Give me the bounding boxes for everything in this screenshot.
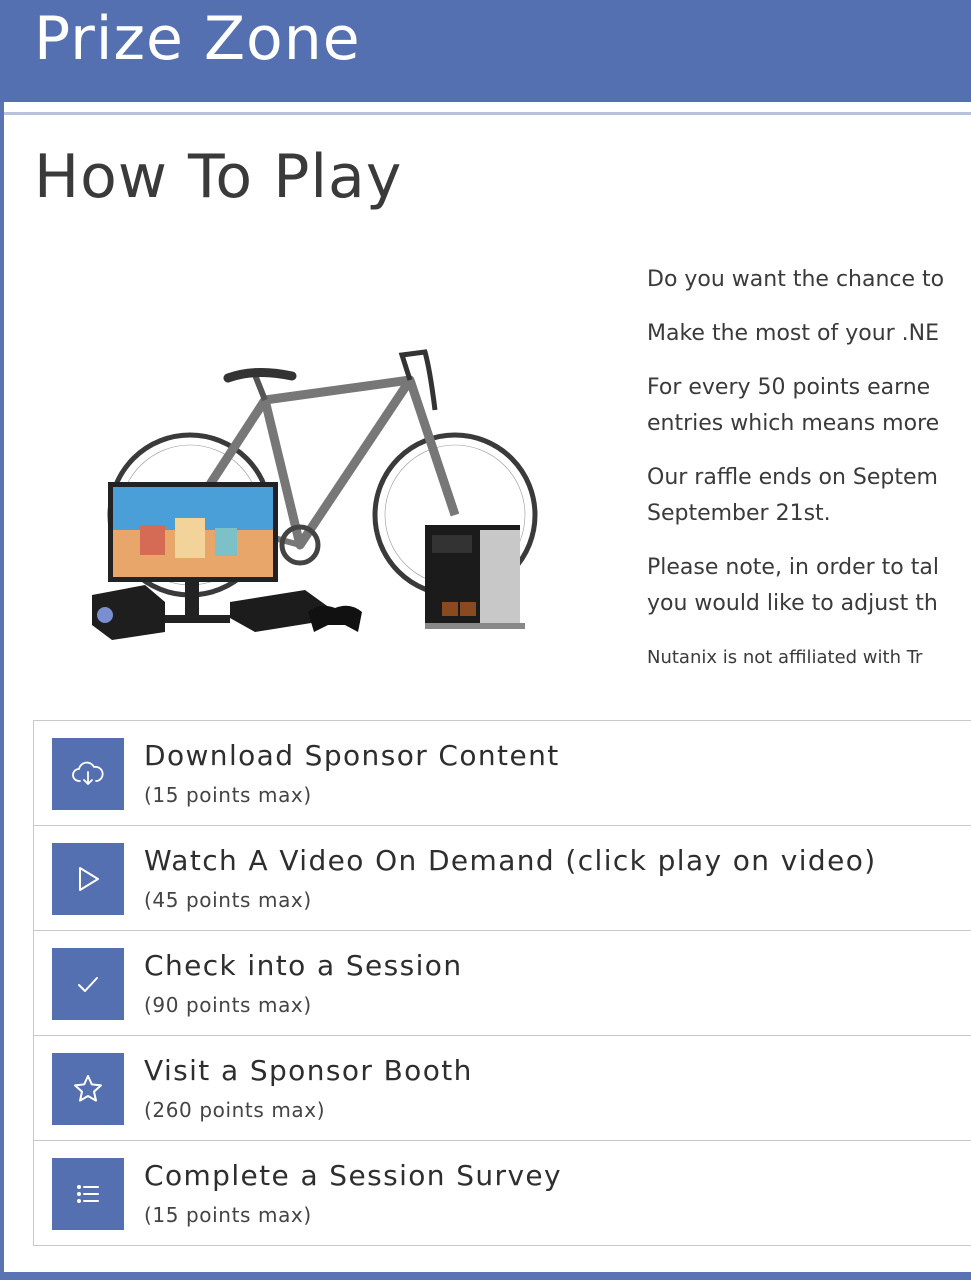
intro-line: Do you want the chance to <box>647 267 945 292</box>
app-header: Prize Zone <box>0 0 971 102</box>
console-illustration <box>230 590 362 632</box>
intro-line: September 21st. <box>647 501 831 526</box>
intro-line: entries which means more <box>647 411 940 436</box>
task-visit-sponsor-booth[interactable]: Visit a Sponsor Booth (260 points max) <box>34 1036 971 1141</box>
task-title: Download Sponsor Content <box>144 739 560 772</box>
task-points: (90 points max) <box>144 993 312 1017</box>
disclaimer-text: Nutanix is not affiliated with Tr <box>647 647 923 668</box>
task-complete-survey[interactable]: Complete a Session Survey (15 points max… <box>34 1141 971 1246</box>
task-title: Visit a Sponsor Booth <box>144 1054 473 1087</box>
task-points: (260 points max) <box>144 1098 326 1122</box>
intro-line: Please note, in order to tal <box>647 555 939 580</box>
intro-line: Our raffle ends on Septem <box>647 465 938 490</box>
task-watch-video[interactable]: Watch A Video On Demand (click play on v… <box>34 826 971 931</box>
task-check-into-session[interactable]: Check into a Session (90 points max) <box>34 931 971 1036</box>
intro-line: you would like to adjust th <box>647 591 938 616</box>
intro-text: Do you want the chance to Make the most … <box>647 262 971 694</box>
list-icon <box>52 1158 124 1230</box>
task-title: Check into a Session <box>144 949 463 982</box>
star-icon <box>52 1053 124 1125</box>
cloud-download-icon <box>52 738 124 810</box>
app-title: Prize Zone <box>34 4 361 74</box>
task-points: (15 points max) <box>144 1203 312 1227</box>
task-title: Watch A Video On Demand (click play on v… <box>144 844 877 877</box>
projector-illustration <box>92 585 165 640</box>
divider <box>4 112 971 115</box>
prizes-image <box>92 349 538 640</box>
task-title: Complete a Session Survey <box>144 1159 563 1192</box>
coffee-machine-illustration <box>425 525 525 629</box>
intro-line: Make the most of your .NE <box>647 321 940 346</box>
task-points: (15 points max) <box>144 783 312 807</box>
play-icon <box>52 843 124 915</box>
task-download-sponsor-content[interactable]: Download Sponsor Content (15 points max) <box>34 721 971 826</box>
page-title: How To Play <box>34 142 403 212</box>
task-points: (45 points max) <box>144 888 312 912</box>
checkmark-icon <box>52 948 124 1020</box>
intro-line: For every 50 points earne <box>647 375 931 400</box>
task-list: Download Sponsor Content (15 points max)… <box>33 720 971 1246</box>
